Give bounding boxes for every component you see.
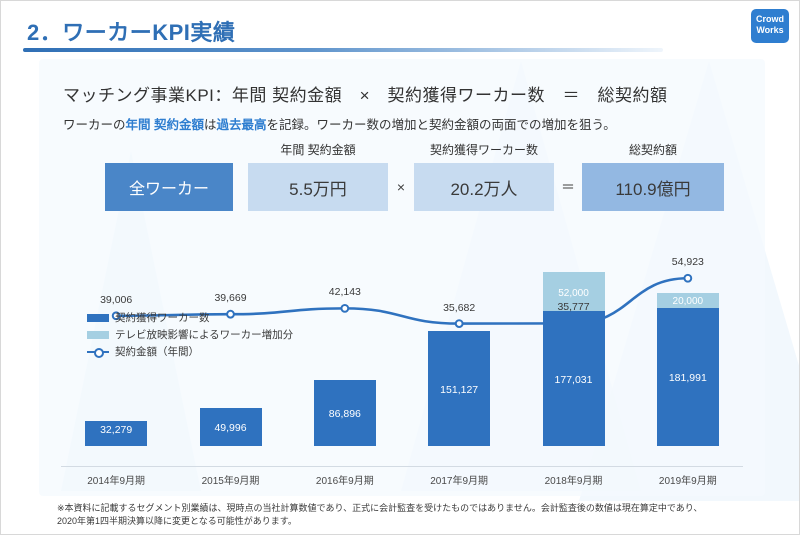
- chart-x-tick-label: 2015年9月期: [201, 476, 260, 487]
- legend-label-contract-amount: 契約金額（年間）: [115, 346, 199, 358]
- kpi-box-total: 110.9億円: [582, 163, 724, 211]
- crowdworks-logo: Crowd Works: [751, 9, 789, 43]
- legend-item-tv-effect: テレビ放映影響によるワーカー増加分: [87, 326, 293, 343]
- kpi-header-annual-amount: 年間 契約金額: [280, 143, 356, 157]
- chart-x-axis: [61, 466, 743, 467]
- chart-bar-value-label: 181,991: [668, 371, 707, 384]
- subtitle-highlight-1: 年間 契約金額: [125, 118, 204, 132]
- logo-line-1: Crowd: [756, 14, 784, 24]
- chart-bar-group: 177,031 52,000: [542, 271, 605, 446]
- kpi-operator-multiply: ×: [396, 179, 406, 195]
- chart-bar-tv-effect-label: 52,000: [558, 287, 589, 299]
- legend-item-contract-amount: 契約金額（年間）: [87, 343, 293, 360]
- chart-bar-value-label: 32,279: [100, 424, 133, 436]
- subtitle-pre: ワーカーの: [63, 118, 126, 132]
- subtitle-mid: は: [204, 118, 217, 132]
- logo-line-2: Works: [756, 25, 784, 35]
- chart-legend: 契約獲得ワーカー数 テレビ放映影響によるワーカー増加分 契約金額（年間）: [87, 309, 293, 360]
- subtitle-text: ワーカーの年間 契約金額は過去最高を記録。ワーカー数の増加と契約金額の両面での増…: [63, 114, 616, 133]
- chart-line-value-label: 54,923: [671, 256, 704, 269]
- page-title: 2．ワーカーKPI実績: [27, 20, 236, 45]
- kpi-summary-row: 年間 契約金額 契約獲得ワーカー数 総契約額 全ワーカー 5.5万円 × 20.…: [39, 141, 765, 213]
- kpi-formula-text: マッチング事業KPI：年間 契約金額 × 契約獲得ワーカー数 ＝ 総契約額: [63, 86, 668, 105]
- legend-swatch-bar-icon: [87, 330, 109, 339]
- title-divider: [23, 48, 663, 52]
- legend-swatch-bar-icon: [87, 313, 109, 322]
- chart-line-value-label: 35,777: [557, 301, 590, 314]
- kpi-header-workers: 契約獲得ワーカー数: [429, 143, 538, 157]
- slide-header: 2．ワーカーKPI実績 Crowd Works: [1, 1, 799, 56]
- subtitle-highlight-2: 過去最高: [216, 118, 267, 132]
- chart-bar-value-label: 49,996: [214, 422, 247, 435]
- subtitle-post: を記録。ワーカー数の増加と契約金額の両面での増加を狙う。: [266, 118, 616, 132]
- chart-x-tick-label: 2018年9月期: [544, 476, 603, 487]
- chart-x-tick-label: 2016年9月期: [315, 476, 374, 487]
- legend-swatch-line-marker-icon: [87, 347, 109, 358]
- kpi-box-all-workers: 全ワーカー: [105, 163, 233, 211]
- content-panel: マッチング事業KPI：年間 契約金額 × 契約獲得ワーカー数 ＝ 総契約額 ワー…: [39, 59, 765, 496]
- chart-bar-value-label: 177,031: [554, 373, 593, 386]
- footnote-line-2: 2020年第1四半期決算以降に変更となる可能性があります。: [57, 516, 297, 526]
- chart-bar-value-label: 151,127: [440, 383, 479, 396]
- legend-item-workers: 契約獲得ワーカー数: [87, 309, 293, 326]
- chart-x-tick-label: 2019年9月期: [658, 476, 717, 487]
- chart-line-value-label: 35,682: [443, 301, 476, 314]
- footnote: ※本資料に記載するセグメント別業績は、現時点の当社計算数値であり、正式に会計監査…: [57, 502, 777, 528]
- chart-x-tick-label: 2017年9月期: [430, 476, 489, 487]
- chart-bar-group: 32,279: [85, 421, 148, 446]
- chart-bar-group: 151,127: [428, 331, 491, 446]
- kpi-chart: 32,279 49,996 86,896 151,127 177,031 52,000 18…: [59, 219, 745, 487]
- chart-line-value-label: 39,669: [214, 292, 247, 305]
- chart-line-value-label: 42,143: [328, 286, 361, 299]
- chart-line-value-label: 39,006: [100, 293, 133, 306]
- legend-label-tv-effect: テレビ放映影響によるワーカー増加分: [115, 329, 294, 341]
- chart-bar-tv-effect-label: 20,000: [672, 296, 704, 308]
- slide-root: 2．ワーカーKPI実績 Crowd Works マッチング事業KPI：年間 契約…: [0, 0, 800, 535]
- chart-x-tick-label: 2014年9月期: [87, 476, 146, 487]
- legend-label-workers: 契約獲得ワーカー数: [115, 312, 210, 324]
- chart-bar-group: 49,996: [199, 408, 262, 446]
- kpi-header-total: 総契約額: [628, 143, 677, 157]
- kpi-operator-equals: ＝: [561, 179, 575, 195]
- chart-bar-group: 181,991 20,000: [656, 292, 719, 446]
- footnote-line-1: ※本資料に記載するセグメント別業績は、現時点の当社計算数値であり、正式に会計監査…: [57, 503, 703, 513]
- chart-bar-group: 86,896: [313, 379, 376, 446]
- kpi-box-workers: 20.2万人: [414, 163, 554, 211]
- kpi-box-annual-amount: 5.5万円: [248, 163, 388, 211]
- chart-bar-value-label: 86,896: [328, 407, 361, 420]
